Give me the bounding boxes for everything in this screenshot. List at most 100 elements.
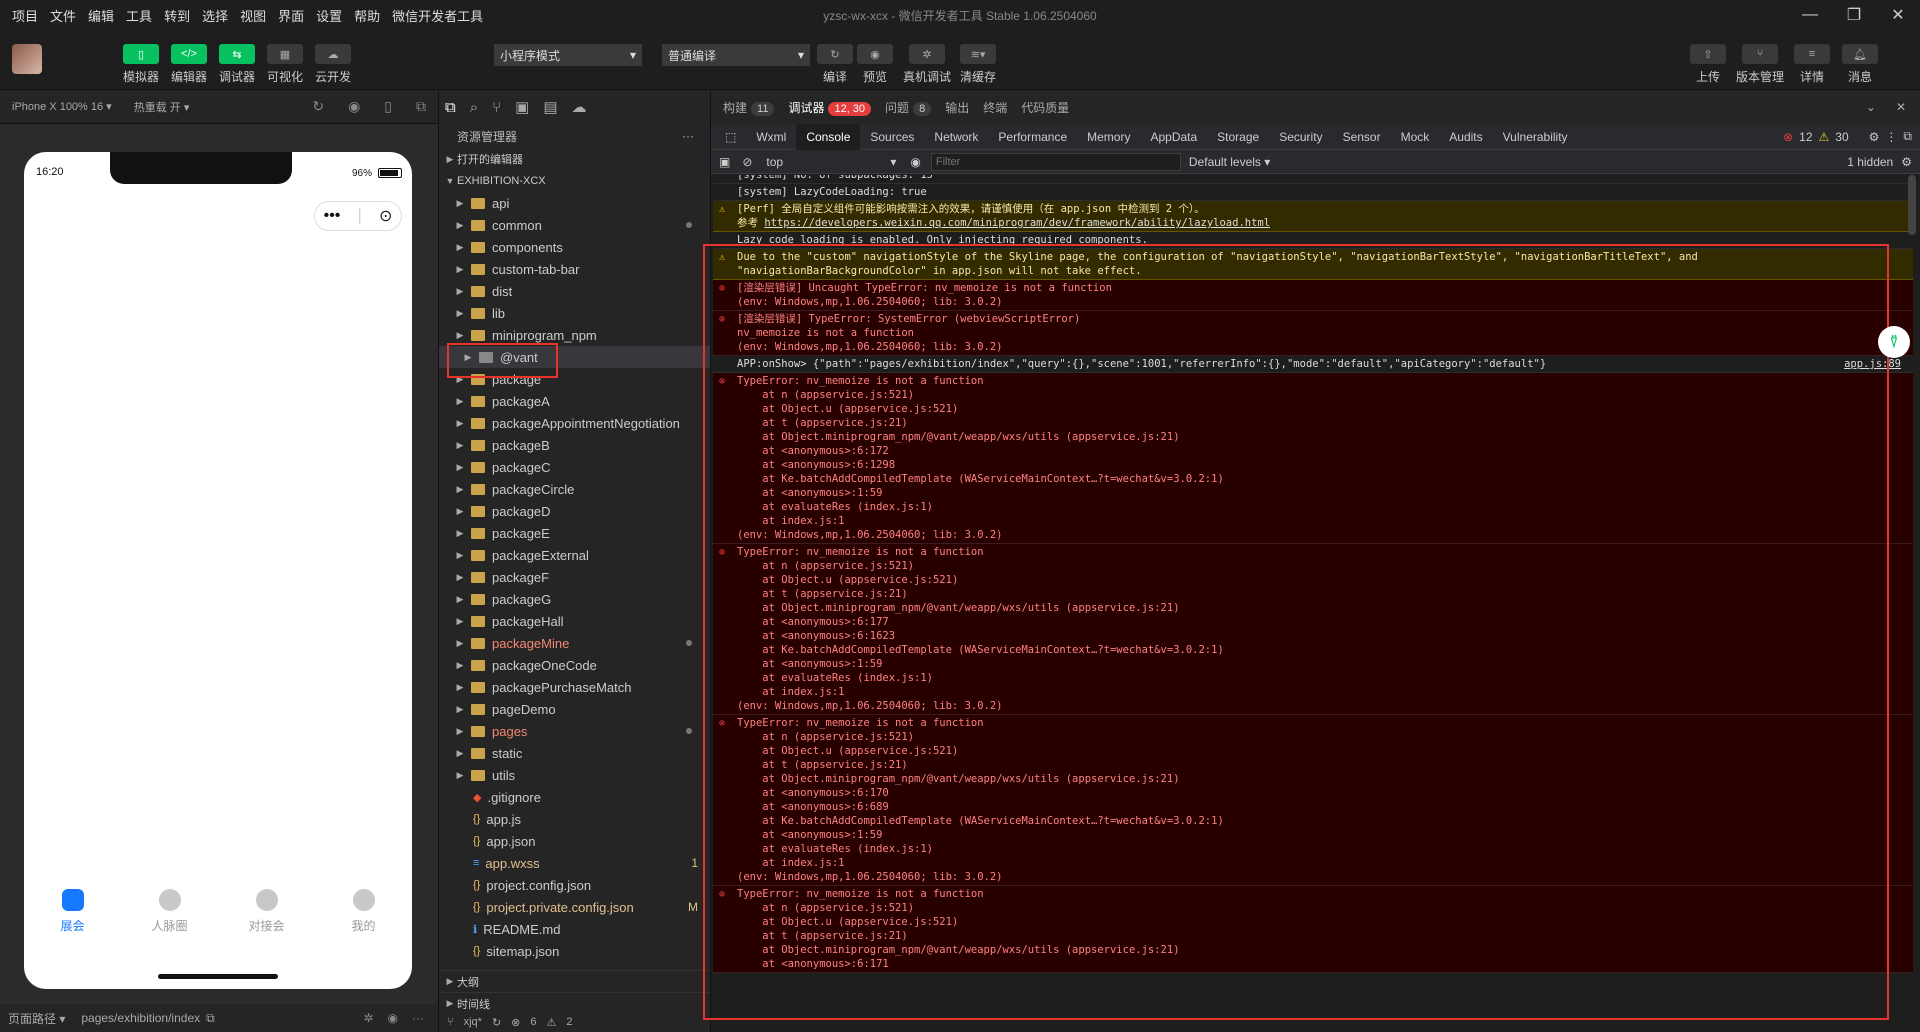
floating-assistant-icon[interactable]: ⍢: [1878, 326, 1910, 358]
menu-item[interactable]: 选择: [196, 6, 234, 25]
bug-icon[interactable]: ✲: [363, 1011, 373, 1025]
file-tree-item[interactable]: ▶ packageE: [439, 522, 710, 544]
file-tree-item[interactable]: ▶ packageHall: [439, 610, 710, 632]
branch-name[interactable]: xjq*: [464, 1016, 482, 1028]
devtools-tab[interactable]: Security: [1269, 124, 1332, 150]
phone-tab[interactable]: 对接会: [218, 889, 315, 949]
more-icon[interactable]: ···: [412, 1011, 424, 1025]
files-icon[interactable]: ⧉: [445, 99, 456, 116]
cloud-button[interactable]: ☁ 云开发: [310, 44, 356, 85]
file-tree-item[interactable]: ▶ utils: [439, 764, 710, 786]
file-tree-item[interactable]: ▶ pageDemo: [439, 698, 710, 720]
context-select[interactable]: top ▾: [766, 155, 896, 169]
file-tree-item[interactable]: ▶ components: [439, 236, 710, 258]
file-tree-item[interactable]: ≡ app.wxss 1: [439, 852, 710, 874]
dock-icon[interactable]: ⧉: [1903, 129, 1912, 144]
simulator-button[interactable]: ▯ 模拟器: [118, 44, 164, 85]
file-tree-item[interactable]: ▶ packageCircle: [439, 478, 710, 500]
menu-item[interactable]: 文件: [44, 6, 82, 25]
file-tree-item[interactable]: ▶ packageD: [439, 500, 710, 522]
file-tree-item[interactable]: ▶ packageC: [439, 456, 710, 478]
more-icon[interactable]: •••: [324, 207, 341, 225]
devtools-tab[interactable]: AppData: [1140, 124, 1207, 150]
devtools-tab[interactable]: Wxml: [746, 124, 796, 150]
hotreload-select[interactable]: 热重载 开 ▾: [134, 99, 190, 115]
console-filter-input[interactable]: [930, 152, 1181, 171]
clear-console-icon[interactable]: ⊘: [742, 155, 752, 169]
close-icon[interactable]: ✕: [1896, 100, 1906, 114]
copy-icon[interactable]: ⧉: [206, 1011, 215, 1026]
tab-issues[interactable]: 问题 8: [885, 99, 932, 116]
menu-item[interactable]: 微信开发者工具: [386, 6, 489, 25]
console-link[interactable]: https://developers.weixin.qq.com/minipro…: [764, 217, 1270, 229]
visual-button[interactable]: ▦ 可视化: [262, 44, 308, 85]
file-tree-item[interactable]: ▶ lib: [439, 302, 710, 324]
menu-item[interactable]: 设置: [310, 6, 348, 25]
project-root[interactable]: ▼ EXHIBITION-XCX: [439, 170, 710, 192]
message-button[interactable]: 🔔︎ 消息: [1837, 44, 1883, 85]
package-icon[interactable]: ▤: [543, 98, 557, 116]
mode-select[interactable]: 小程序模式 ▾: [494, 44, 642, 66]
log-levels-select[interactable]: Default levels ▾: [1189, 155, 1270, 169]
close-icon[interactable]: ✕: [1876, 0, 1920, 30]
tab-debugger[interactable]: 调试器 12, 30: [788, 99, 872, 116]
devtools-counts[interactable]: ⊗ 12 ⚠ 30 ⚙ ⋮ ⧉: [1783, 129, 1912, 144]
phone-tab[interactable]: 展会: [24, 889, 121, 949]
phone-tab[interactable]: 人脉圈: [121, 889, 218, 949]
tab-build[interactable]: 构建 11: [723, 99, 775, 116]
tab-terminal[interactable]: 终端: [983, 99, 1007, 116]
file-tree-item[interactable]: ▶ dist: [439, 280, 710, 302]
tab-quality[interactable]: 代码质量: [1021, 99, 1069, 116]
extensions-icon[interactable]: ▣: [515, 98, 529, 116]
devtools-tab[interactable]: Audits: [1439, 124, 1492, 150]
devtools-tab[interactable]: Performance: [988, 124, 1077, 150]
source-control-icon[interactable]: ⑂: [492, 99, 501, 116]
remote-debug-button[interactable]: ✲ 真机调试: [903, 44, 951, 85]
menu-item[interactable]: 视图: [234, 6, 272, 25]
devtools-tab[interactable]: Sensor: [1333, 124, 1391, 150]
menu-item[interactable]: 编辑: [82, 6, 120, 25]
file-tree-item[interactable]: ▶ packageMine: [439, 632, 710, 654]
file-tree-item[interactable]: {} app.js: [439, 808, 710, 830]
devtools-tab[interactable]: Network: [924, 124, 988, 150]
inspect-icon[interactable]: ⬚: [715, 124, 746, 150]
menu-item[interactable]: 帮助: [348, 6, 386, 25]
devtools-tab[interactable]: Memory: [1077, 124, 1140, 150]
device-select[interactable]: iPhone X 100% 16 ▾: [12, 100, 112, 113]
file-tree-item[interactable]: {} project.config.json: [439, 874, 710, 896]
file-tree-item[interactable]: ▶ static: [439, 742, 710, 764]
minimize-icon[interactable]: —: [1788, 0, 1832, 30]
phone-icon[interactable]: ▯: [384, 98, 392, 115]
console-scrollbar[interactable]: [1908, 175, 1916, 235]
detail-button[interactable]: ≡ 详情: [1789, 44, 1835, 85]
menu-item[interactable]: 项目: [6, 6, 44, 25]
sync-icon[interactable]: ↻: [492, 1016, 501, 1029]
file-tree-item[interactable]: ▶ pages: [439, 720, 710, 742]
file-tree-item[interactable]: ▶ packageExternal: [439, 544, 710, 566]
file-tree-item[interactable]: ▶ packageF: [439, 566, 710, 588]
eye-icon[interactable]: ◉: [388, 1011, 398, 1025]
phone-tab[interactable]: 我的: [315, 889, 412, 949]
search-icon[interactable]: ⌕: [470, 99, 478, 116]
file-tree-item[interactable]: {} project.private.config.json M: [439, 896, 710, 918]
cloud-icon[interactable]: ☁: [572, 98, 587, 116]
file-tree-item[interactable]: ◆ .gitignore: [439, 786, 710, 808]
clear-cache-button[interactable]: ≋▾ 清缓存: [955, 44, 1001, 85]
compile-select[interactable]: 普通编译 ▾: [662, 44, 810, 66]
maximize-icon[interactable]: ❐: [1832, 0, 1876, 30]
close-target-icon[interactable]: ⊙: [379, 206, 392, 226]
debugger-button[interactable]: ⇆ 调试器: [214, 44, 260, 85]
menu-item[interactable]: 界面: [272, 6, 310, 25]
file-tree-item[interactable]: ▶ packageG: [439, 588, 710, 610]
file-tree-item[interactable]: {} sitemap.json: [439, 940, 710, 962]
file-tree-item[interactable]: ▶ custom-tab-bar: [439, 258, 710, 280]
file-tree-item[interactable]: ▶ packageAppointmentNegotiation: [439, 412, 710, 434]
file-tree-item[interactable]: ▶ api: [439, 192, 710, 214]
outline-section[interactable]: ▶ 大纲: [439, 970, 710, 992]
version-button[interactable]: ⑂ 版本管理: [1736, 44, 1784, 85]
page-path-label[interactable]: 页面路径 ▾: [8, 1010, 65, 1027]
devtools-tab[interactable]: Sources: [860, 124, 924, 150]
eye-icon[interactable]: ◉: [910, 155, 920, 169]
file-tree-item[interactable]: ▶ packageA: [439, 390, 710, 412]
popout-icon[interactable]: ⧉: [416, 98, 426, 115]
